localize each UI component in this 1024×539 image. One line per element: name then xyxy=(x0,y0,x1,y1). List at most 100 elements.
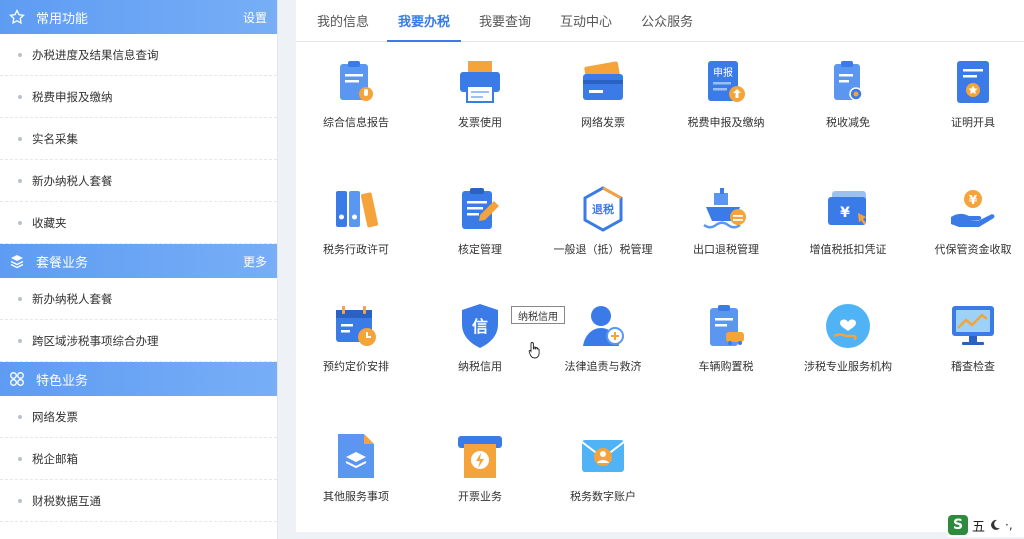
svg-text:申报: 申报 xyxy=(713,66,733,79)
tile-assessment[interactable]: 核定管理 xyxy=(423,169,537,279)
sidebar-item[interactable]: 新办纳税人套餐 xyxy=(0,160,277,202)
tile-vehicle-tax[interactable]: 车辆购置税 xyxy=(669,286,783,396)
sidebar-item-label: 税费申报及缴纳 xyxy=(32,89,113,104)
sidebar-item-label: 新办纳税人套餐 xyxy=(32,291,113,306)
more-link[interactable]: 更多 xyxy=(243,253,267,270)
tab-my-info[interactable]: 我的信息 xyxy=(306,0,380,41)
svg-text:¥: ¥ xyxy=(969,193,978,207)
tile-other-services[interactable]: 其他服务事项 xyxy=(299,416,413,526)
sidebar-item[interactable]: 收藏夹 xyxy=(0,202,277,244)
document-layers-icon xyxy=(338,434,374,478)
sidebar-item[interactable]: 网络发票 xyxy=(0,396,277,438)
tile-label: 法律追责与救济 xyxy=(564,360,642,373)
tile-label: 核定管理 xyxy=(458,243,502,256)
printer-icon xyxy=(460,61,500,103)
tile-legal-remedy[interactable]: 法律追责与救济 xyxy=(546,286,660,396)
tile-label: 一般退（抵）税管理 xyxy=(553,243,653,256)
tile-professional-service[interactable]: 涉税专业服务机构 xyxy=(791,286,905,396)
section-title: 特色业务 xyxy=(36,373,89,389)
tab-query[interactable]: 我要查询 xyxy=(468,0,542,41)
bullet-icon xyxy=(18,456,22,461)
sidebar-item[interactable]: 税费申报及缴纳 xyxy=(0,76,277,118)
clipboard-mic-icon xyxy=(340,61,373,101)
online-invoice-icon xyxy=(583,61,623,100)
judge-icon xyxy=(583,306,624,346)
layers-icon xyxy=(8,252,26,270)
tile-tax-declaration[interactable]: 申报 税费申报及缴纳 xyxy=(669,42,783,152)
vehicle-clipboard-icon xyxy=(710,305,744,346)
tab-interaction[interactable]: 互动中心 xyxy=(549,0,623,41)
heart-hand-icon xyxy=(826,304,870,348)
ship-icon xyxy=(703,188,746,229)
shield-credit-icon: 信 xyxy=(462,304,498,348)
svg-text:信: 信 xyxy=(472,317,488,336)
bullet-icon xyxy=(18,414,22,419)
hand-cursor-icon xyxy=(528,342,540,359)
tile-export-refund[interactable]: 出口退税管理 xyxy=(669,169,783,279)
tile-tax-credit[interactable]: 信 纳税信用 xyxy=(423,286,537,396)
tile-refund-management[interactable]: 退税 一般退（抵）税管理 xyxy=(546,169,660,279)
sidebar-item[interactable]: 实名采集 xyxy=(0,118,277,160)
tile-invoicing[interactable]: 开票业务 xyxy=(423,416,537,526)
sidebar-item-label: 网络发票 xyxy=(32,409,78,424)
tile-label: 税务数字账户 xyxy=(570,490,636,503)
sidebar-item[interactable]: 跨区域涉税事项综合办理 xyxy=(0,320,277,362)
clipboard-pen-icon xyxy=(462,188,499,229)
binders-icon xyxy=(336,191,379,228)
bullet-icon xyxy=(18,220,22,225)
tile-label: 网络发票 xyxy=(581,116,625,129)
tile-digital-account[interactable]: 税务数字账户 xyxy=(546,416,660,526)
tile-label: 纳税信用 xyxy=(458,360,502,373)
sidebar-item-label: 收藏夹 xyxy=(32,215,67,230)
tile-label: 税收减免 xyxy=(826,116,870,129)
tile-label: 其他服务事项 xyxy=(323,490,389,503)
tile-custody-funds[interactable]: ¥ 代保管资金收取 xyxy=(916,169,1024,279)
tab-tax-handling[interactable]: 我要办税 xyxy=(387,0,462,42)
voucher-icon: ¥ xyxy=(828,191,866,225)
tooltip: 纳税信用 xyxy=(511,306,565,324)
tax-reduction-icon xyxy=(834,61,863,101)
tile-label: 预约定价安排 xyxy=(323,360,389,373)
tile-comprehensive-report[interactable]: 综合信息报告 xyxy=(299,42,413,152)
tile-vat-voucher[interactable]: ¥ 增值税抵扣凭证 xyxy=(791,169,905,279)
tile-label: 发票使用 xyxy=(458,116,502,129)
sidebar-item[interactable]: 财税数据互通 xyxy=(0,480,277,522)
tile-certificate[interactable]: 证明开具 xyxy=(916,42,1024,152)
hand-coin-icon: ¥ xyxy=(951,190,995,227)
section-title: 套餐业务 xyxy=(36,255,89,271)
ime-indicator[interactable]: S 五 ·, xyxy=(948,513,1024,537)
invoice-machine-icon xyxy=(458,436,502,478)
moon-icon xyxy=(991,519,1001,530)
tile-label: 开票业务 xyxy=(458,490,502,503)
tab-bar: 我的信息 我要办税 我要查询 互动中心 公众服务 xyxy=(296,0,1024,42)
envelope-user-icon xyxy=(581,440,625,472)
tab-public-service[interactable]: 公众服务 xyxy=(630,0,704,41)
sidebar-item-label: 新办纳税人套餐 xyxy=(32,173,113,188)
section-header-package[interactable]: 套餐业务 更多 xyxy=(0,244,277,278)
tile-inspection[interactable]: 稽查检查 xyxy=(916,286,1024,396)
tile-pricing-arrangement[interactable]: 预约定价安排 xyxy=(299,286,413,396)
svg-text:退税: 退税 xyxy=(592,202,614,216)
section-header-special[interactable]: 特色业务 xyxy=(0,362,277,396)
tile-label: 涉税专业服务机构 xyxy=(804,360,892,373)
svg-text:¥: ¥ xyxy=(840,205,850,221)
settings-link[interactable]: 设置 xyxy=(243,9,267,26)
certificate-icon xyxy=(957,61,989,103)
sidebar-item[interactable]: 新办纳税人套餐 xyxy=(0,278,277,320)
sidebar-item[interactable]: 办税进度及结果信息查询 xyxy=(0,34,277,76)
tile-label: 综合信息报告 xyxy=(323,116,389,129)
bullet-icon xyxy=(18,52,22,57)
section-header-common[interactable]: 常用功能 设置 xyxy=(0,0,277,34)
sidebar-item[interactable]: 税企邮箱 xyxy=(0,438,277,480)
tile-label: 出口退税管理 xyxy=(693,243,759,256)
monitor-chart-icon xyxy=(952,306,994,345)
ime-mode: 五 xyxy=(972,519,986,535)
tile-label: 税费申报及缴纳 xyxy=(687,116,765,129)
tile-tax-reduction[interactable]: 税收减免 xyxy=(791,42,905,152)
tile-label: 代保管资金收取 xyxy=(934,243,1012,256)
tile-invoice-usage[interactable]: 发票使用 xyxy=(423,42,537,152)
tile-online-invoice[interactable]: 网络发票 xyxy=(546,42,660,152)
tile-admin-license[interactable]: 税务行政许可 xyxy=(299,169,413,279)
sidebar-item-label: 财税数据互通 xyxy=(32,493,101,508)
tile-label: 增值税抵扣凭证 xyxy=(809,243,887,256)
